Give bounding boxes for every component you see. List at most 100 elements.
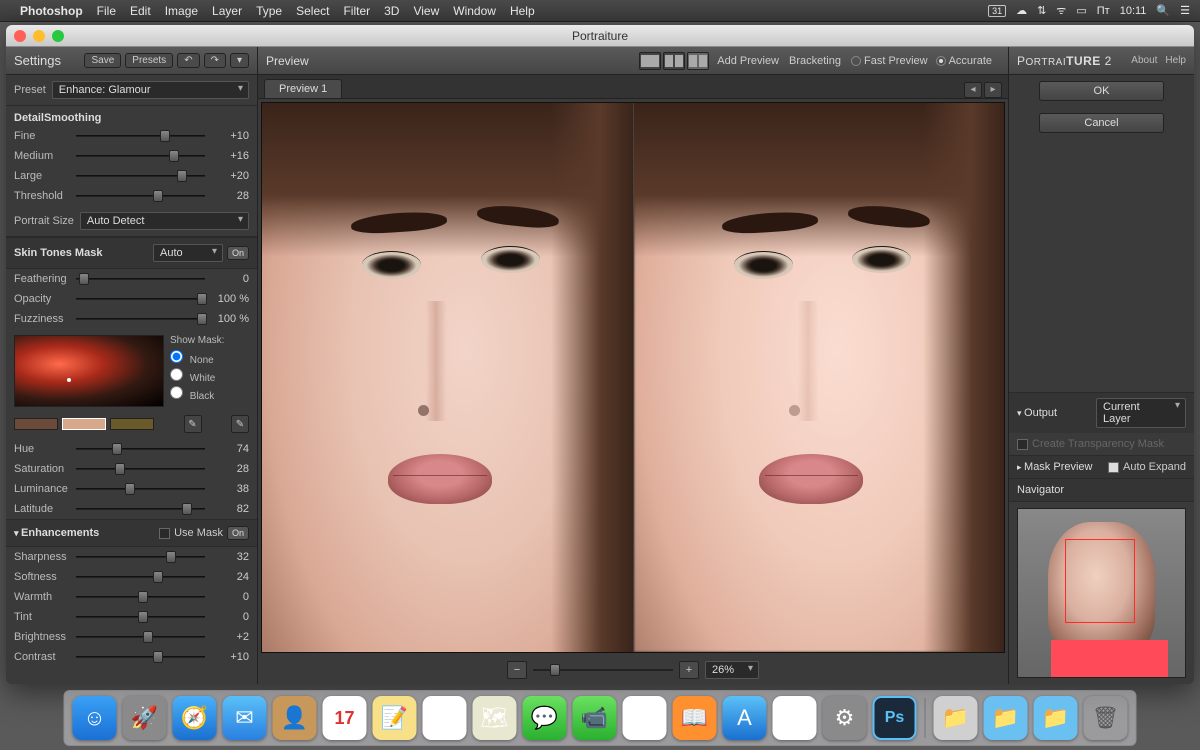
- dock-folder2-icon[interactable]: 📁: [984, 696, 1028, 740]
- latitude-slider[interactable]: [76, 502, 205, 516]
- dock-notes-icon[interactable]: 📝: [373, 696, 417, 740]
- dock-settings-icon[interactable]: ⚙: [823, 696, 867, 740]
- menu-type[interactable]: Type: [256, 4, 282, 18]
- dock-facetime-icon[interactable]: 📹: [573, 696, 617, 740]
- preview-tab-1[interactable]: Preview 1: [264, 79, 342, 98]
- enhancements-on-toggle[interactable]: On: [227, 526, 249, 540]
- menubar-cloud-icon[interactable]: ☁: [1016, 4, 1027, 17]
- output-dropdown[interactable]: Current Layer: [1096, 398, 1186, 428]
- menubar-calendar-icon[interactable]: 31: [988, 5, 1006, 17]
- eyedropper-button[interactable]: ✎: [184, 415, 202, 433]
- softness-slider[interactable]: [76, 570, 205, 584]
- preset-dropdown[interactable]: Enhance: Glamour: [52, 81, 249, 99]
- dock-launchpad-icon[interactable]: 🚀: [123, 696, 167, 740]
- tab-prev-button[interactable]: ◂: [964, 82, 982, 98]
- add-preview-button[interactable]: Add Preview: [717, 55, 779, 67]
- tab-next-button[interactable]: ▸: [984, 82, 1002, 98]
- dock-preview-icon[interactable]: 🖼: [773, 696, 817, 740]
- dock-reminders-icon[interactable]: ☑: [423, 696, 467, 740]
- dock-folder3-icon[interactable]: 📁: [1034, 696, 1078, 740]
- zoom-in-button[interactable]: +: [679, 661, 699, 679]
- ok-button[interactable]: OK: [1039, 81, 1164, 101]
- zoom-out-button[interactable]: −: [507, 661, 527, 679]
- menu-layer[interactable]: Layer: [212, 4, 242, 18]
- mask-white-radio[interactable]: White: [170, 367, 249, 385]
- redo-button[interactable]: ↷: [204, 53, 226, 68]
- menu-edit[interactable]: Edit: [130, 4, 151, 18]
- mask-black-radio[interactable]: Black: [170, 385, 249, 403]
- eyedropper-minus-button[interactable]: ✎: [231, 415, 249, 433]
- dock-trash-icon[interactable]: 🗑: [1084, 696, 1128, 740]
- dock-photoshop-icon[interactable]: Ps: [873, 696, 917, 740]
- opacity-slider[interactable]: [76, 292, 205, 306]
- mask-none-radio[interactable]: None: [170, 349, 249, 367]
- menu-filter[interactable]: Filter: [343, 4, 370, 18]
- menubar-sync-icon[interactable]: ⇅: [1037, 4, 1046, 17]
- hue-slider[interactable]: [76, 442, 205, 456]
- menubar-list-icon[interactable]: ☰: [1180, 4, 1190, 17]
- auto-expand-checkbox[interactable]: Auto Expand: [1108, 461, 1186, 473]
- app-name[interactable]: Photoshop: [20, 4, 83, 18]
- window-minimize-button[interactable]: [33, 30, 45, 42]
- zoom-dropdown[interactable]: 26%: [705, 661, 759, 679]
- presets-button[interactable]: Presets: [125, 53, 173, 68]
- history-dropdown[interactable]: ▾: [230, 53, 249, 68]
- dock-safari-icon[interactable]: 🧭: [173, 696, 217, 740]
- preview-area[interactable]: [261, 102, 1005, 653]
- feathering-slider[interactable]: [76, 272, 205, 286]
- window-titlebar[interactable]: Portraiture: [6, 25, 1194, 47]
- color-picker-gradient[interactable]: [14, 335, 164, 407]
- navigator-viewport-rect[interactable]: [1065, 539, 1135, 623]
- dock-itunes-icon[interactable]: ♫: [623, 696, 667, 740]
- dock-mail-icon[interactable]: ✉: [223, 696, 267, 740]
- dock-messages-icon[interactable]: 💬: [523, 696, 567, 740]
- fine-slider[interactable]: [76, 129, 205, 143]
- view-single-button[interactable]: [639, 52, 661, 70]
- bracketing-button[interactable]: Bracketing: [789, 55, 841, 67]
- enhancements-title[interactable]: Enhancements: [14, 527, 99, 539]
- dock-ibooks-icon[interactable]: 📖: [673, 696, 717, 740]
- menubar-battery-icon[interactable]: ▭: [1076, 4, 1086, 17]
- cancel-button[interactable]: Cancel: [1039, 113, 1164, 133]
- zoom-slider[interactable]: [533, 663, 673, 677]
- fuzziness-slider[interactable]: [76, 312, 205, 326]
- swatch-1[interactable]: [14, 418, 58, 430]
- swatch-3[interactable]: [110, 418, 154, 430]
- menu-3d[interactable]: 3D: [384, 4, 399, 18]
- fast-preview-radio[interactable]: Fast Preview: [851, 55, 928, 67]
- luminance-slider[interactable]: [76, 482, 205, 496]
- menu-help[interactable]: Help: [510, 4, 535, 18]
- dock-contacts-icon[interactable]: 👤: [273, 696, 317, 740]
- menubar-spotlight-icon[interactable]: 🔍: [1156, 4, 1170, 17]
- accurate-radio[interactable]: Accurate: [936, 55, 992, 67]
- dock-maps-icon[interactable]: 🗺: [473, 696, 517, 740]
- medium-slider[interactable]: [76, 149, 205, 163]
- threshold-slider[interactable]: [76, 189, 205, 203]
- contrast-slider[interactable]: [76, 650, 205, 664]
- view-stacked-button[interactable]: [663, 52, 685, 70]
- output-section[interactable]: Output: [1017, 407, 1057, 419]
- dock-calendar-icon[interactable]: 17: [323, 696, 367, 740]
- warmth-slider[interactable]: [76, 590, 205, 604]
- menubar-time[interactable]: 10:11: [1120, 5, 1147, 17]
- large-slider[interactable]: [76, 169, 205, 183]
- window-close-button[interactable]: [14, 30, 26, 42]
- tint-slider[interactable]: [76, 610, 205, 624]
- sharpness-slider[interactable]: [76, 550, 205, 564]
- menubar-wifi-icon[interactable]: ᯤ: [1056, 3, 1066, 18]
- use-mask-checkbox[interactable]: Use Mask: [159, 527, 223, 539]
- menu-window[interactable]: Window: [453, 4, 496, 18]
- menu-image[interactable]: Image: [165, 4, 198, 18]
- navigator-thumbnail[interactable]: [1017, 508, 1186, 678]
- menu-select[interactable]: Select: [296, 4, 329, 18]
- view-split-button[interactable]: [687, 52, 709, 70]
- save-button[interactable]: Save: [84, 53, 121, 68]
- dock-finder-icon[interactable]: ☺: [73, 696, 117, 740]
- dock-appstore-icon[interactable]: A: [723, 696, 767, 740]
- saturation-slider[interactable]: [76, 462, 205, 476]
- undo-button[interactable]: ↶: [177, 53, 199, 68]
- portrait-size-dropdown[interactable]: Auto Detect: [80, 212, 249, 230]
- help-link[interactable]: Help: [1165, 55, 1186, 66]
- dock-folder1-icon[interactable]: 📁: [934, 696, 978, 740]
- swatch-2[interactable]: [62, 418, 106, 430]
